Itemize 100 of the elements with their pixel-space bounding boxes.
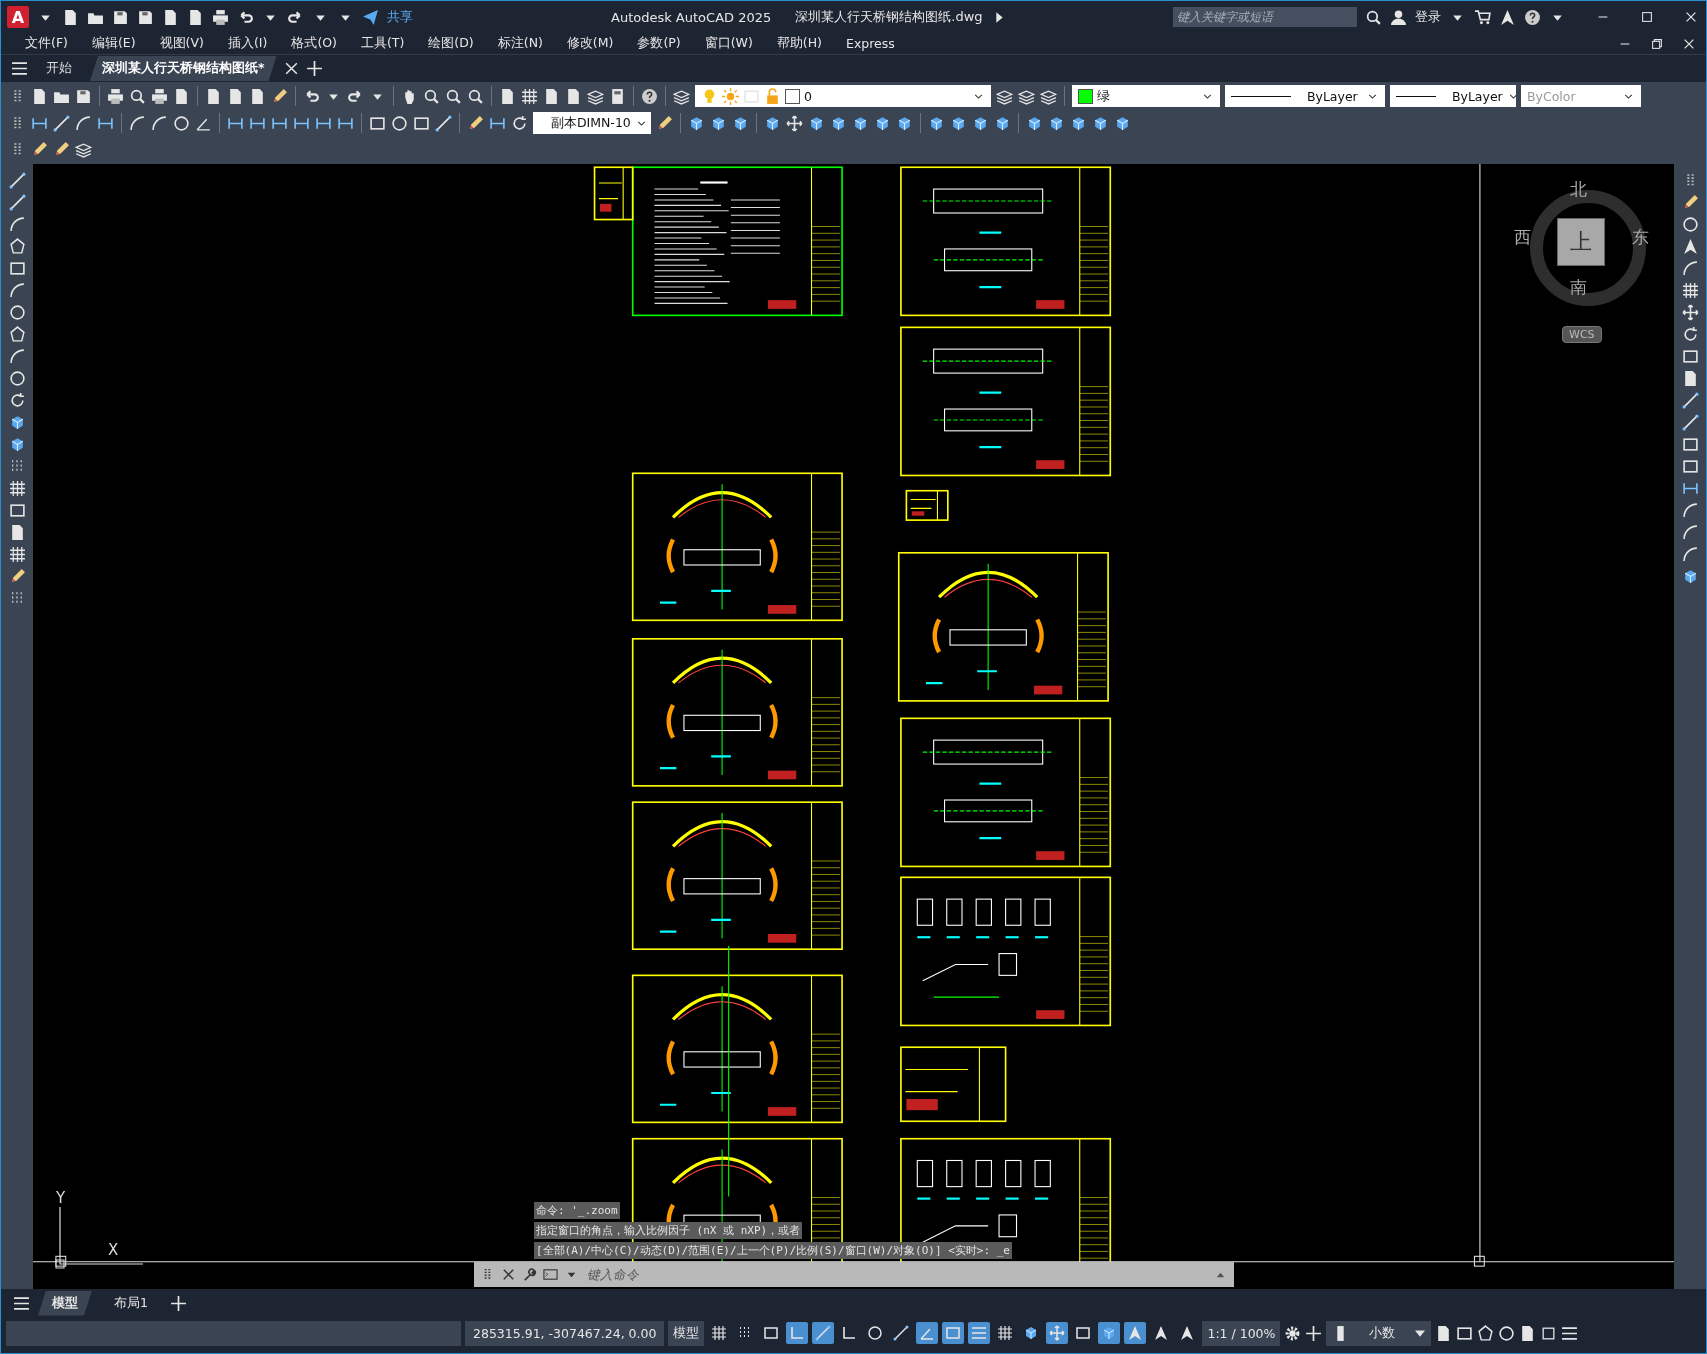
document-icon[interactable] bbox=[565, 87, 582, 105]
zoom-icon[interactable] bbox=[467, 87, 484, 105]
cube-icon[interactable] bbox=[1048, 114, 1065, 132]
cube-icon[interactable] bbox=[1098, 1322, 1121, 1344]
compass-label[interactable]: 西 bbox=[1514, 226, 1531, 249]
document-icon[interactable] bbox=[31, 87, 48, 105]
cube-icon[interactable] bbox=[688, 114, 705, 132]
grid-icon[interactable] bbox=[8, 480, 26, 497]
cube-icon[interactable] bbox=[852, 114, 869, 132]
move-icon[interactable] bbox=[1046, 1322, 1069, 1344]
line-icon[interactable] bbox=[1681, 392, 1699, 409]
menu-item[interactable]: 修改(M) bbox=[554, 35, 626, 52]
line-icon[interactable] bbox=[435, 114, 452, 132]
cube-icon[interactable] bbox=[732, 114, 749, 132]
layers-icon[interactable] bbox=[1040, 87, 1057, 105]
annotation-scale-button[interactable]: 1:1 / 100% bbox=[1202, 1320, 1281, 1346]
linetype-dropdown[interactable]: ByLayer bbox=[1225, 85, 1385, 108]
dimension-style-dropdown[interactable]: 副本DIMN-10 bbox=[533, 112, 651, 134]
cube-icon[interactable] bbox=[1092, 114, 1109, 132]
move-icon[interactable] bbox=[1681, 304, 1699, 321]
help-icon[interactable] bbox=[641, 87, 658, 105]
dimension-icon[interactable] bbox=[1681, 480, 1699, 497]
menu-item[interactable]: 文件(F) bbox=[13, 35, 80, 52]
cube-icon[interactable] bbox=[874, 114, 891, 132]
layers-icon[interactable] bbox=[996, 87, 1013, 105]
document-tab[interactable]: 开始 bbox=[34, 56, 84, 81]
grid-icon[interactable] bbox=[1681, 282, 1699, 299]
layout-tab[interactable]: 模型 bbox=[38, 1290, 92, 1316]
menu-icon[interactable] bbox=[11, 60, 28, 77]
cube-icon[interactable] bbox=[950, 114, 967, 132]
cube-icon[interactable] bbox=[830, 114, 847, 132]
plus-icon[interactable] bbox=[169, 1294, 187, 1312]
arc-icon[interactable] bbox=[129, 114, 146, 132]
menu-item[interactable]: 窗口(W) bbox=[692, 35, 765, 52]
viewcube-face[interactable]: 上 bbox=[1557, 218, 1605, 266]
polygon-icon[interactable] bbox=[8, 238, 26, 255]
arc-icon[interactable] bbox=[1681, 546, 1699, 563]
menu-icon[interactable] bbox=[968, 1322, 991, 1344]
save-icon[interactable] bbox=[137, 8, 154, 26]
model-space-button[interactable]: 模型 bbox=[668, 1320, 705, 1346]
angle-icon[interactable] bbox=[916, 1322, 939, 1344]
cube-icon[interactable] bbox=[928, 114, 945, 132]
cube-icon[interactable] bbox=[972, 114, 989, 132]
arc-icon[interactable] bbox=[8, 348, 26, 365]
cube-icon[interactable] bbox=[710, 114, 727, 132]
menu-item[interactable]: 视图(V) bbox=[147, 35, 216, 52]
cart-icon[interactable] bbox=[1474, 8, 1491, 26]
menu-icon[interactable] bbox=[1561, 1324, 1579, 1342]
circle-icon[interactable] bbox=[1681, 216, 1699, 233]
help-icon[interactable] bbox=[1524, 8, 1541, 26]
rectangle-icon[interactable] bbox=[942, 1322, 965, 1344]
document-icon[interactable] bbox=[162, 8, 179, 26]
app-logo[interactable]: A bbox=[7, 6, 29, 28]
close-icon[interactable] bbox=[501, 1267, 516, 1282]
document-icon[interactable] bbox=[499, 87, 516, 105]
pencil-icon[interactable] bbox=[467, 114, 484, 132]
arc-icon[interactable] bbox=[1681, 524, 1699, 541]
triangle-icon[interactable] bbox=[1499, 8, 1516, 26]
cube-icon[interactable] bbox=[896, 114, 913, 132]
cube-icon[interactable] bbox=[1026, 114, 1043, 132]
line-icon[interactable] bbox=[53, 114, 70, 132]
zoom-icon[interactable] bbox=[445, 87, 462, 105]
wrench-icon[interactable] bbox=[522, 1267, 537, 1282]
menu-item[interactable]: 插入(I) bbox=[215, 35, 280, 52]
circle-icon[interactable] bbox=[173, 114, 190, 132]
circle-icon[interactable] bbox=[8, 370, 26, 387]
arc-icon[interactable] bbox=[75, 114, 92, 132]
menu-item[interactable]: Express bbox=[834, 36, 907, 51]
command-input-field[interactable]: 键入命令 bbox=[585, 1266, 1207, 1283]
search-field[interactable]: 键入关键字或短语 bbox=[1173, 7, 1357, 27]
units-dropdown[interactable]: 小数 bbox=[1326, 1320, 1432, 1346]
menu-icon[interactable] bbox=[13, 1294, 30, 1312]
polygon-icon[interactable] bbox=[1477, 1324, 1495, 1342]
save-icon[interactable] bbox=[112, 8, 129, 26]
rectangle-icon[interactable] bbox=[1456, 1324, 1474, 1342]
menu-item[interactable]: 帮助(H) bbox=[764, 35, 834, 52]
arc-icon[interactable] bbox=[8, 216, 26, 233]
plus-icon[interactable] bbox=[305, 60, 323, 77]
layers-icon[interactable] bbox=[587, 87, 604, 105]
rectangle-icon[interactable] bbox=[1681, 348, 1699, 365]
maximize-icon[interactable] bbox=[1640, 10, 1654, 24]
rotate-icon[interactable] bbox=[511, 114, 528, 132]
save-icon[interactable] bbox=[75, 87, 92, 105]
pencil-icon[interactable] bbox=[656, 114, 673, 132]
rotate-icon[interactable] bbox=[1681, 326, 1699, 343]
sign-in-link[interactable]: 登录 bbox=[1415, 8, 1441, 26]
document-icon[interactable] bbox=[249, 87, 266, 105]
share-link[interactable]: 共享 bbox=[387, 8, 413, 26]
line-icon[interactable] bbox=[8, 172, 26, 189]
rectangle-icon[interactable] bbox=[413, 114, 430, 132]
close-icon[interactable] bbox=[1684, 10, 1698, 24]
rectangle-icon[interactable] bbox=[1681, 436, 1699, 453]
printer-icon[interactable] bbox=[151, 87, 168, 105]
user-icon[interactable] bbox=[1390, 8, 1407, 26]
calculator-icon[interactable] bbox=[609, 87, 626, 105]
menu-item[interactable]: 标注(N) bbox=[485, 35, 555, 52]
circle-icon[interactable] bbox=[8, 304, 26, 321]
document-tab[interactable]: 深圳某人行天桥钢结构图纸* bbox=[90, 56, 277, 81]
layer-dropdown[interactable]: 0 bbox=[695, 85, 991, 108]
rotate-icon[interactable] bbox=[8, 392, 26, 409]
